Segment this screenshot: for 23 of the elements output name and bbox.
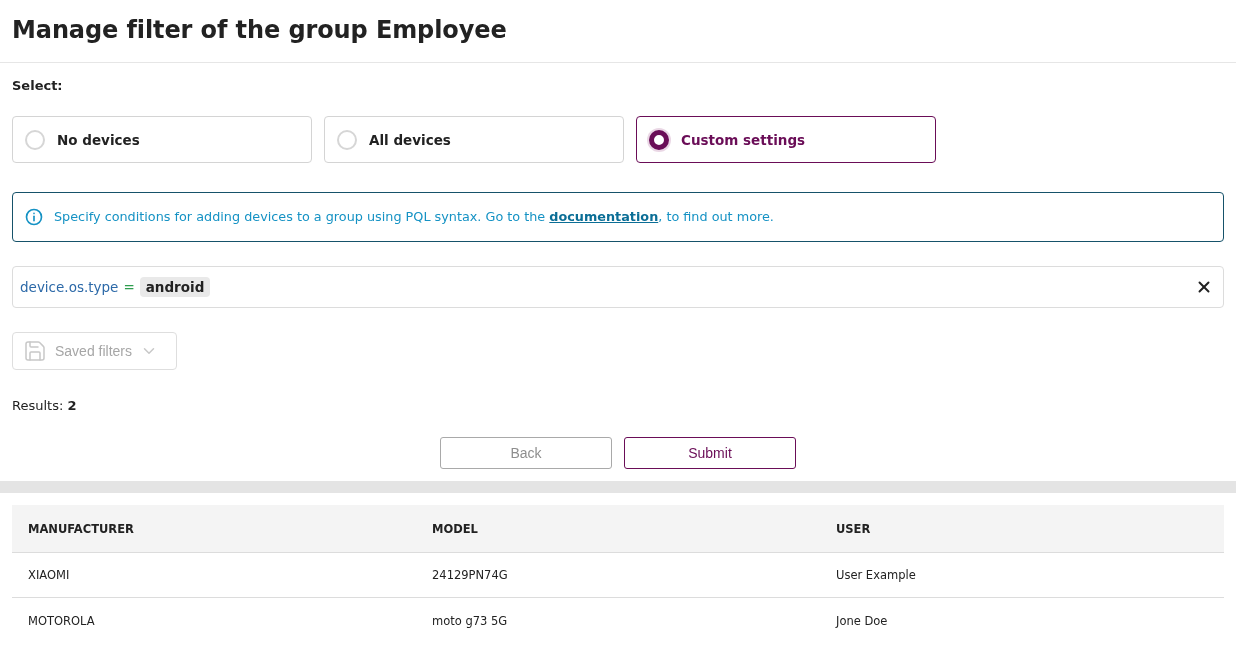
table-cell: 24129PN74G bbox=[432, 568, 508, 582]
column-header: MANUFACTURER bbox=[28, 521, 134, 536]
info-message: Specify conditions for adding devices to a group using PQL syntax. Go to the documentation, to find out more. bbox=[54, 208, 774, 226]
results-count-text: Results: 2 bbox=[12, 397, 77, 415]
table-cell: MOTOROLA bbox=[28, 613, 95, 628]
query-operator: = bbox=[123, 279, 135, 295]
table-cell: XIAOMI bbox=[28, 568, 70, 582]
radio-option[interactable]: All devices bbox=[324, 116, 624, 163]
submit-button[interactable]: Submit bbox=[624, 437, 796, 469]
info-icon bbox=[25, 208, 43, 226]
table-cell: Jone Doe bbox=[836, 613, 888, 628]
query-field[interactable]: device.os.type = android bbox=[12, 266, 1224, 308]
select-label: Select: bbox=[12, 77, 63, 95]
column-header: MODEL bbox=[432, 521, 478, 536]
page-title: Manage filter of the group Employee bbox=[12, 16, 507, 44]
radio-option[interactable]: Custom settings bbox=[636, 116, 936, 163]
query-key: device.os.type bbox=[20, 279, 119, 295]
query-value-chip: android bbox=[139, 277, 211, 297]
close-icon bbox=[1195, 278, 1213, 296]
column-header: USER bbox=[836, 521, 871, 536]
radio-option[interactable]: No devices bbox=[12, 116, 312, 163]
table-cell: moto g73 5G bbox=[432, 613, 508, 628]
table-cell: User Example bbox=[836, 568, 916, 582]
